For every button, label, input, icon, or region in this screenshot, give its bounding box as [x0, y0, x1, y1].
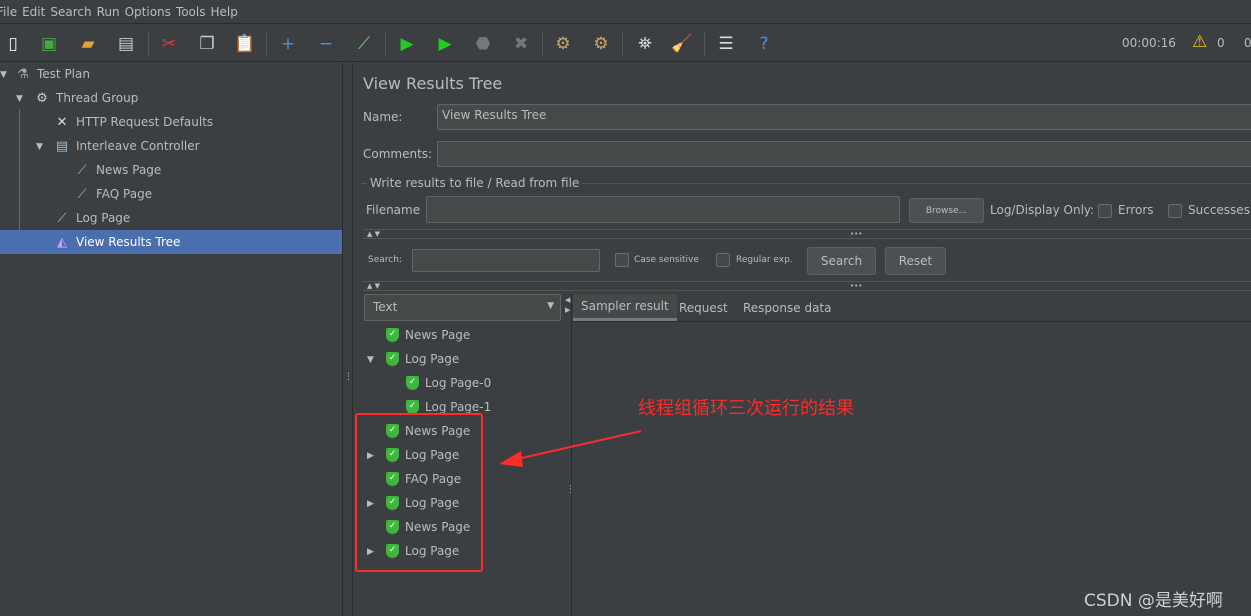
- comments-label: Comments:: [363, 147, 433, 161]
- chart-icon: ◭: [57, 234, 67, 250]
- case-sensitive-checkbox[interactable]: [615, 253, 629, 267]
- collapse-node-icon[interactable]: ▼: [367, 355, 374, 365]
- toolbar: ▯ ▣ ▰ ▤ ✂ ❐ 📋 + − ⟋ ▶ ▶ ⬣ ✖ ⚙ ⚙ ⛯ 🧹 ☰ ? …: [0, 25, 1251, 62]
- pipette-icon: ⟋: [77, 162, 87, 178]
- tree-node-interleave-controller[interactable]: ▤ Interleave Controller: [53, 134, 200, 158]
- menu-search[interactable]: Search: [50, 5, 91, 19]
- tree-node-news-page[interactable]: ⟋ News Page: [73, 158, 161, 182]
- success-shield-icon: ✓: [386, 328, 399, 342]
- regex-label: Regular exp.: [736, 255, 793, 265]
- successes-checkbox[interactable]: [1168, 204, 1182, 218]
- successes-label: Successes: [1188, 203, 1250, 217]
- reset-search-broom-icon[interactable]: 🧹: [670, 32, 694, 56]
- function-helper-icon[interactable]: ☰: [714, 32, 738, 56]
- splitter-handle[interactable]: ⋮: [566, 486, 575, 495]
- paste-icon[interactable]: 📋: [233, 32, 257, 56]
- errors-checkbox[interactable]: [1098, 204, 1112, 218]
- flask-icon: ⚗: [17, 66, 29, 82]
- search-binoculars-icon[interactable]: ⛯: [633, 32, 657, 56]
- errors-label: Errors: [1118, 203, 1154, 217]
- copy-icon[interactable]: ❐: [195, 32, 219, 56]
- menu-run[interactable]: Run: [97, 5, 120, 19]
- case-sensitive-label: Case sensitive: [634, 255, 699, 265]
- watermark: CSDN @是美好啊: [1084, 591, 1223, 611]
- cut-icon[interactable]: ✂: [157, 32, 181, 56]
- active-threads-count: 0: [1244, 36, 1251, 50]
- wrench-icon: ✕: [56, 114, 68, 130]
- controller-icon: ▤: [55, 138, 69, 154]
- split-arrows-icon[interactable]: ▲ ▼: [367, 282, 380, 290]
- search-input[interactable]: [412, 249, 600, 272]
- success-shield-icon: ✓: [406, 400, 419, 414]
- chevron-down-icon: ▼: [547, 301, 554, 311]
- highlight-box: [355, 413, 483, 572]
- annotation-arrow: [499, 430, 642, 467]
- tree-node-faq-page[interactable]: ⟋ FAQ Page: [73, 182, 152, 206]
- search-label: Search:: [368, 255, 402, 265]
- elapsed-timer: 00:00:16: [1122, 36, 1176, 50]
- menu-help[interactable]: Help: [210, 5, 237, 19]
- split-grip-icon[interactable]: •••: [850, 230, 862, 238]
- tree-node-thread-group[interactable]: ⚙ Thread Group: [33, 86, 138, 110]
- new-icon[interactable]: ▯: [1, 32, 25, 56]
- warning-count: 0: [1217, 36, 1225, 50]
- menu-options[interactable]: Options: [125, 5, 171, 19]
- tree-node-log-page[interactable]: ⟋ Log Page: [53, 206, 130, 230]
- search-button[interactable]: Search: [807, 247, 876, 275]
- success-shield-icon: ✓: [386, 352, 399, 366]
- comments-input[interactable]: [437, 141, 1251, 167]
- start-no-pauses-icon[interactable]: ▶: [433, 32, 457, 56]
- tab-response-data[interactable]: Response data: [735, 294, 839, 321]
- menu-bar: File Edit Search Run Options Tools Help: [0, 0, 1251, 24]
- filename-label: Filename: [366, 203, 421, 217]
- stop-icon[interactable]: ⬣: [471, 32, 495, 56]
- reset-button[interactable]: Reset: [885, 247, 946, 275]
- menu-tools[interactable]: Tools: [176, 5, 206, 19]
- start-icon[interactable]: ▶: [395, 32, 419, 56]
- name-label: Name:: [363, 110, 403, 124]
- log-display-label: Log/Display Only:: [990, 203, 1095, 217]
- result-node[interactable]: ✓ Log Page: [386, 347, 459, 371]
- collapse-arrows-icon[interactable]: ◀ ▶: [565, 295, 570, 315]
- tab-sampler-result[interactable]: Sampler result: [573, 294, 677, 321]
- renderer-select[interactable]: Text ▼: [364, 294, 561, 321]
- test-plan-tree: ▼ ⚗ Test Plan ▼ ⚙ Thread Group ✕ HTTP Reque…: [0, 63, 343, 616]
- toggle-icon[interactable]: ⟋: [352, 32, 376, 56]
- browse-button[interactable]: Browse...: [909, 198, 984, 223]
- tree-node-view-results-tree[interactable]: ◭ View Results Tree: [0, 230, 342, 254]
- regex-checkbox[interactable]: [716, 253, 730, 267]
- annotation-text: 线程组循环三次运行的结果: [638, 398, 854, 419]
- tab-request[interactable]: Request: [671, 294, 736, 321]
- view-results-tree-panel: View Results Tree Name: View Results Tre…: [352, 63, 1251, 616]
- gear-icon: ⚙: [36, 90, 48, 106]
- help-icon[interactable]: ?: [752, 32, 776, 56]
- menu-edit[interactable]: Edit: [22, 5, 45, 19]
- panel-title: View Results Tree: [363, 74, 503, 93]
- result-node[interactable]: ✓ Log Page-0: [406, 371, 491, 395]
- menu-file[interactable]: File: [0, 5, 17, 19]
- open-icon[interactable]: ▰: [76, 32, 100, 56]
- result-node[interactable]: ✓ News Page: [386, 323, 470, 347]
- file-group-title: Write results to file / Read from file: [367, 176, 583, 190]
- name-input[interactable]: View Results Tree: [437, 104, 1251, 130]
- filename-input[interactable]: [426, 196, 900, 223]
- save-icon[interactable]: ▤: [114, 32, 138, 56]
- shutdown-icon[interactable]: ✖: [509, 32, 533, 56]
- result-tabs: Sampler result Request Response data: [573, 294, 1251, 322]
- pipette-icon: ⟋: [57, 210, 67, 226]
- warning-icon[interactable]: ⚠: [1192, 32, 1207, 52]
- success-shield-icon: ✓: [406, 376, 419, 390]
- split-grip-icon[interactable]: •••: [850, 282, 862, 290]
- clear-all-icon[interactable]: ⚙: [589, 32, 613, 56]
- pipette-icon: ⟋: [77, 186, 87, 202]
- collapse-icon[interactable]: −: [314, 32, 338, 56]
- tree-node-http-defaults[interactable]: ✕ HTTP Request Defaults: [53, 110, 214, 134]
- tree-node-test-plan[interactable]: ⚗ Test Plan: [14, 62, 90, 86]
- templates-icon[interactable]: ▣: [37, 32, 61, 56]
- clear-icon[interactable]: ⚙: [551, 32, 575, 56]
- expand-icon[interactable]: +: [276, 32, 300, 56]
- split-arrows-icon[interactable]: ▲ ▼: [367, 230, 380, 238]
